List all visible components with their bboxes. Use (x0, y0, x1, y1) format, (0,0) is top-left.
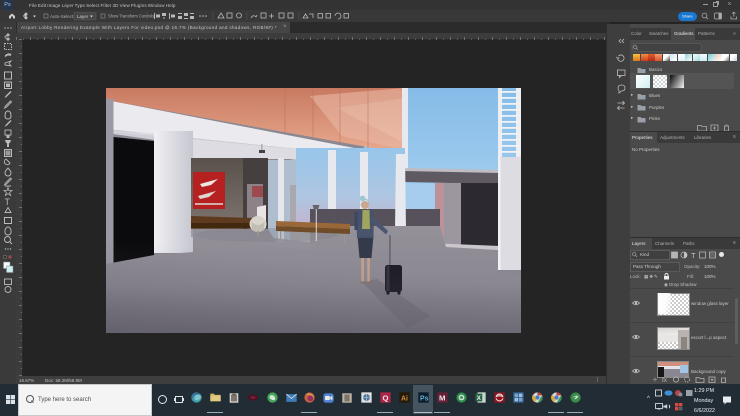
svg-text:Ai: Ai (401, 396, 408, 403)
svg-text:X: X (477, 395, 482, 402)
svg-text:Q: Q (382, 394, 388, 403)
svg-text:M: M (439, 394, 445, 403)
svg-text:Ps: Ps (420, 396, 429, 403)
svg-text:T: T (691, 251, 696, 259)
svg-text:fx: fx (662, 377, 668, 383)
svg-text:T: T (5, 197, 11, 207)
